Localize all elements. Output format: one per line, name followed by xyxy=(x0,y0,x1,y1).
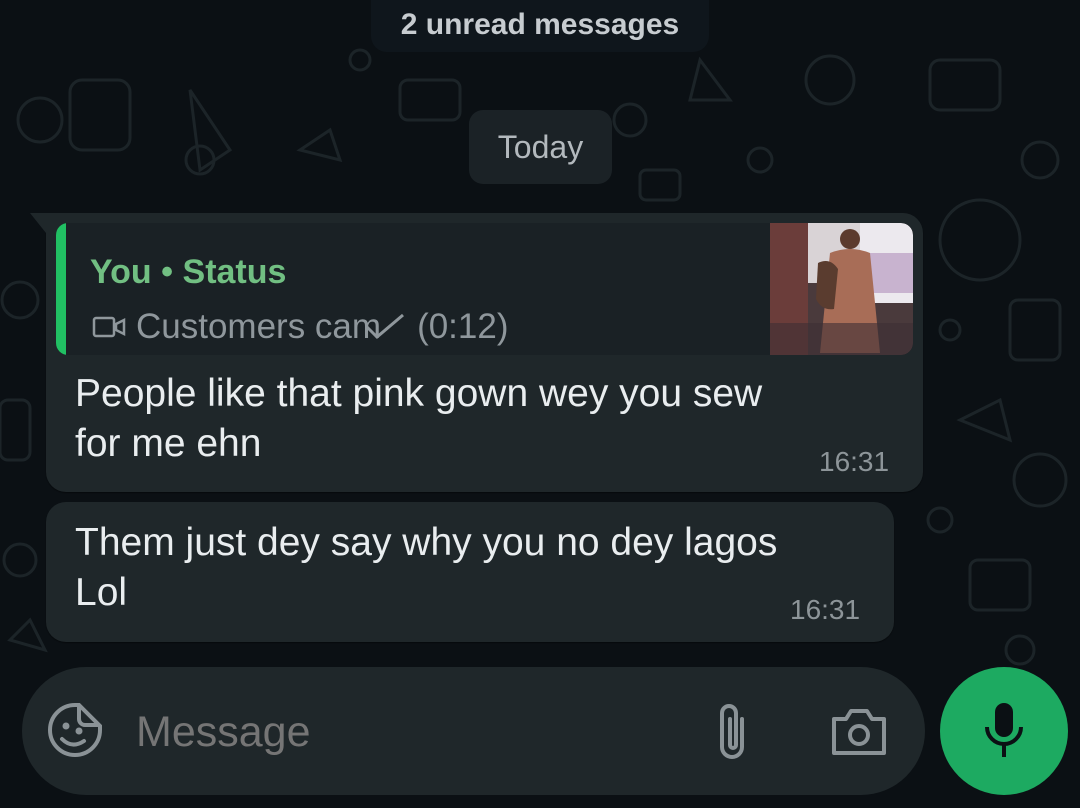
message-time: 16:31 xyxy=(819,446,890,477)
message-bubble[interactable]: Them just dey say why you no dey lagos L… xyxy=(46,502,894,642)
quoted-status[interactable]: You • Status Customers cam (0:12) xyxy=(56,223,913,355)
message-composer xyxy=(22,667,925,795)
quote-caption-row: Customers cam (0:12) xyxy=(92,307,509,347)
microphone-icon xyxy=(985,703,1023,757)
message-text: People like that pink gown wey you sew f… xyxy=(75,372,763,465)
quote-accent-bar xyxy=(56,223,66,355)
checkmark-icon xyxy=(366,313,405,340)
date-chip: Today xyxy=(469,110,612,184)
quote-caption: Customers cam xyxy=(136,307,382,346)
emoji-sticker-icon[interactable] xyxy=(46,701,104,759)
bubble-tail xyxy=(30,213,46,233)
quote-author-name: You xyxy=(90,253,152,291)
quote-source: Status xyxy=(182,253,287,291)
unread-banner: 2 unread messages xyxy=(0,0,1080,52)
message-bubble[interactable]: You • Status Customers cam (0:12) People… xyxy=(30,213,923,492)
unread-messages-label: 2 unread messages xyxy=(370,0,710,52)
quote-separator: • xyxy=(161,253,174,291)
message-input[interactable] xyxy=(134,703,658,761)
quote-author: You • Status xyxy=(90,253,286,292)
message-time: 16:31 xyxy=(790,594,861,625)
message-text: Them just dey say why you no dey lagos L… xyxy=(75,521,778,614)
video-camera-icon xyxy=(92,316,126,338)
status-thumbnail xyxy=(770,223,913,355)
voice-message-button[interactable] xyxy=(940,667,1068,795)
quote-duration: (0:12) xyxy=(417,307,509,346)
paperclip-icon[interactable] xyxy=(712,701,752,763)
camera-icon[interactable] xyxy=(830,705,888,757)
